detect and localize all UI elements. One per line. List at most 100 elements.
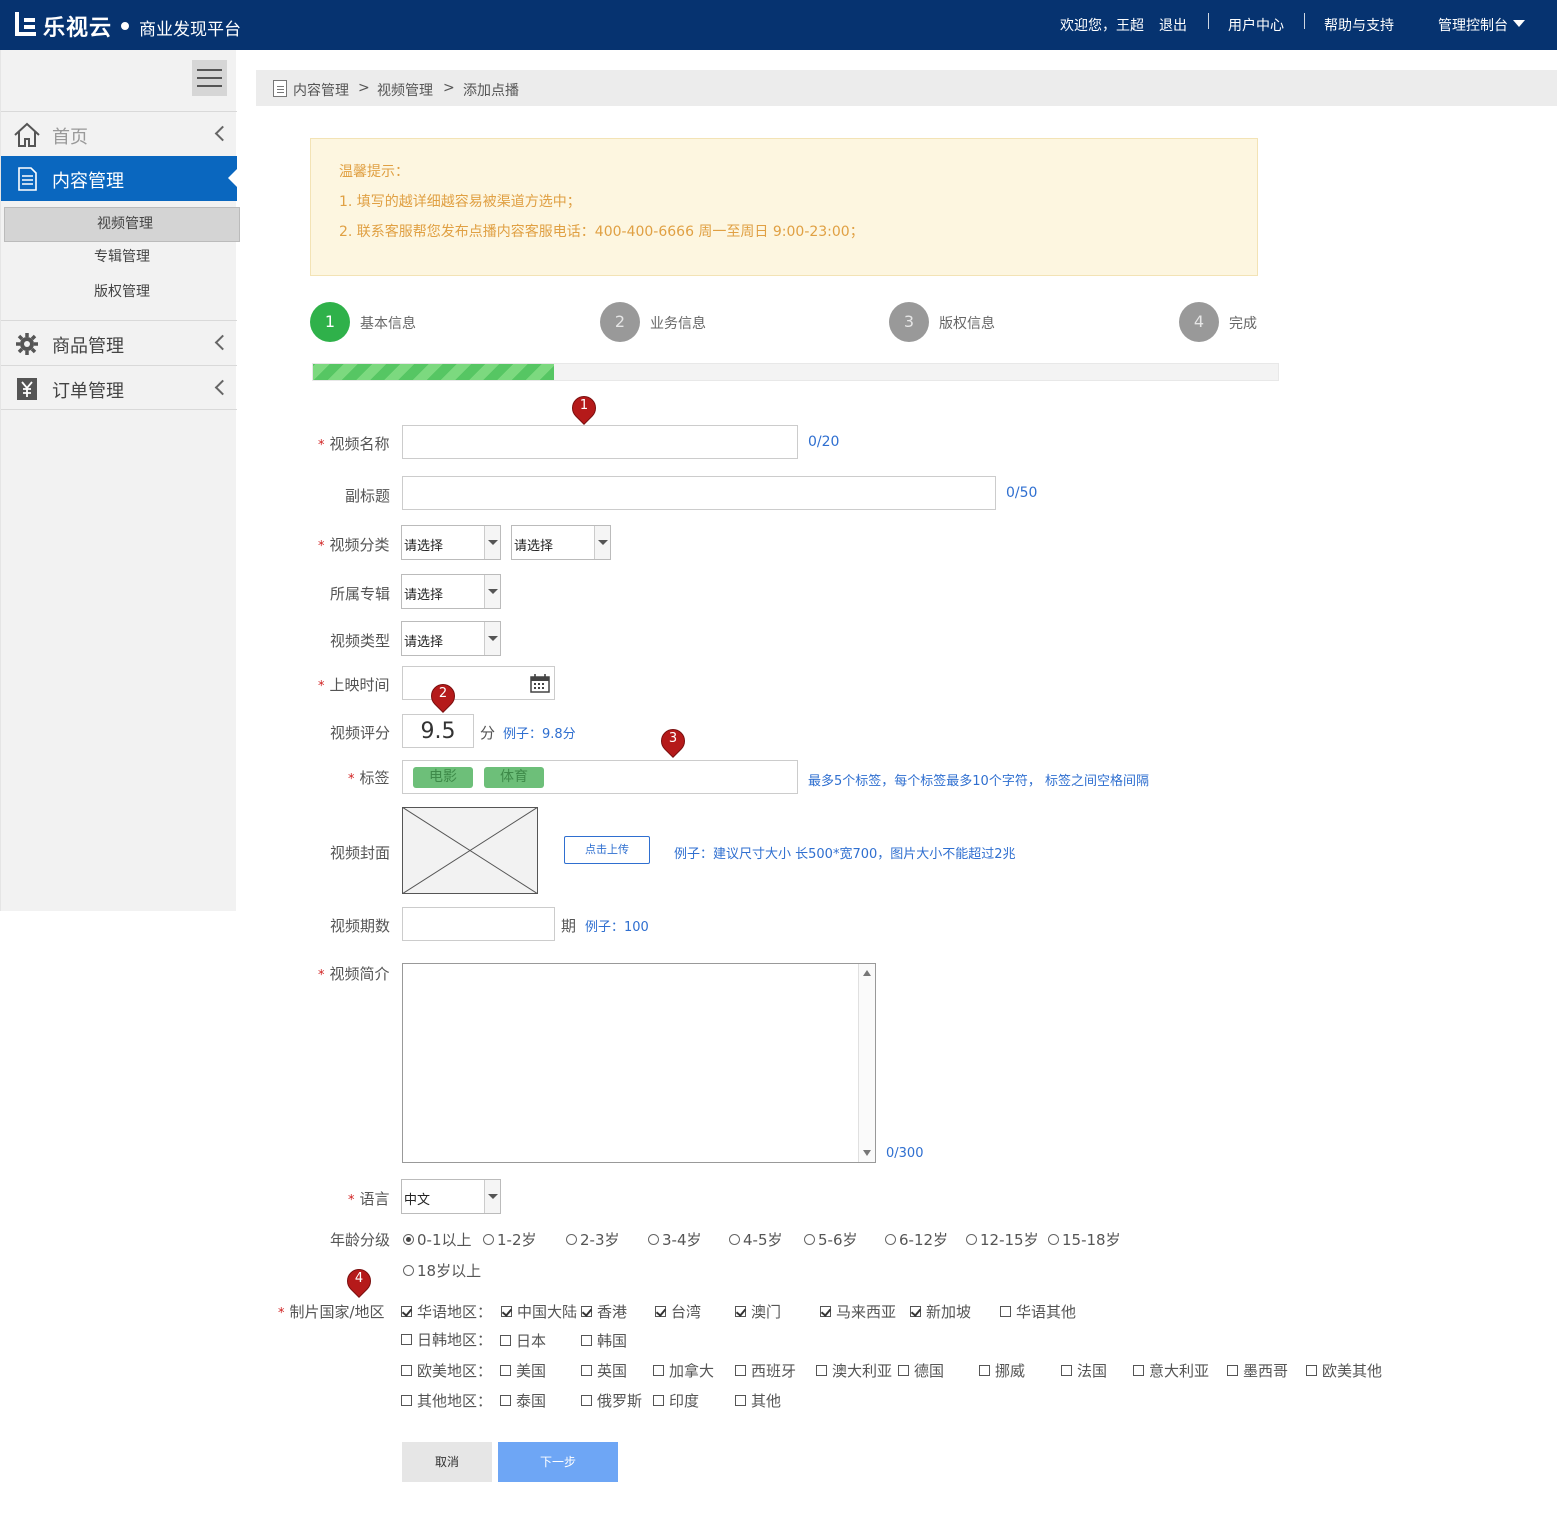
sidebar-item-home[interactable]: 首页 <box>1 111 237 156</box>
checkbox-icon[interactable] <box>1133 1365 1144 1376</box>
region-checkbox[interactable]: 中国大陆 <box>501 1301 577 1322</box>
checkbox-icon[interactable] <box>581 1395 592 1406</box>
checkbox-icon[interactable] <box>910 1306 921 1317</box>
age-radio[interactable]: 0-1以上 <box>403 1229 472 1250</box>
region-checkbox[interactable]: 韩国 <box>581 1330 627 1351</box>
checkbox-icon[interactable] <box>1227 1365 1238 1376</box>
region-checkbox[interactable]: 新加坡 <box>910 1301 971 1322</box>
age-radio[interactable]: 12-15岁 <box>966 1229 1039 1250</box>
checkbox-icon[interactable] <box>1306 1365 1317 1376</box>
region-checkbox[interactable]: 俄罗斯 <box>581 1390 642 1411</box>
scroll-up-icon[interactable] <box>863 970 871 976</box>
radio-icon[interactable] <box>403 1265 414 1276</box>
age-radio[interactable]: 1-2岁 <box>483 1229 537 1250</box>
cancel-button[interactable]: 取消 <box>402 1442 492 1482</box>
age-radio[interactable]: 18岁以上 <box>403 1260 481 1281</box>
checkbox-icon[interactable] <box>653 1365 664 1376</box>
subtitle-input[interactable] <box>402 476 996 510</box>
checkbox-icon[interactable] <box>500 1335 511 1346</box>
checkbox-icon[interactable] <box>735 1306 746 1317</box>
region-group-checkbox[interactable]: 其他地区： <box>401 1390 492 1411</box>
radio-icon[interactable] <box>804 1234 815 1245</box>
region-checkbox[interactable]: 澳门 <box>735 1301 781 1322</box>
region-checkbox[interactable]: 华语其他 <box>1000 1301 1076 1322</box>
region-checkbox[interactable]: 台湾 <box>655 1301 701 1322</box>
region-checkbox[interactable]: 加拿大 <box>653 1360 714 1381</box>
region-checkbox[interactable]: 澳大利亚 <box>816 1360 892 1381</box>
radio-icon[interactable] <box>403 1234 414 1245</box>
checkbox-icon[interactable] <box>581 1306 592 1317</box>
sidebar-subitem-album[interactable]: 专辑管理 <box>1 241 237 274</box>
sidebar-item-goods[interactable]: 商品管理 <box>1 320 237 365</box>
region-checkbox[interactable]: 印度 <box>653 1390 699 1411</box>
tag-chip[interactable]: 体育 <box>484 767 544 788</box>
scrollbar[interactable] <box>858 964 875 1162</box>
age-radio[interactable]: 2-3岁 <box>566 1229 620 1250</box>
radio-icon[interactable] <box>483 1234 494 1245</box>
checkbox-icon[interactable] <box>653 1395 664 1406</box>
checkbox-icon[interactable] <box>581 1365 592 1376</box>
next-button[interactable]: 下一步 <box>498 1442 618 1482</box>
region-checkbox[interactable]: 日本 <box>500 1330 546 1351</box>
intro-textarea[interactable] <box>402 963 876 1163</box>
region-checkbox[interactable]: 欧美其他 <box>1306 1360 1382 1381</box>
region-checkbox[interactable]: 德国 <box>898 1360 944 1381</box>
age-radio[interactable]: 15-18岁 <box>1048 1229 1121 1250</box>
breadcrumb-item[interactable]: 内容管理 <box>293 80 349 100</box>
album-select[interactable]: 请选择 <box>401 574 501 609</box>
region-checkbox[interactable]: 墨西哥 <box>1227 1360 1288 1381</box>
region-group-checkbox[interactable]: 欧美地区： <box>401 1360 492 1381</box>
video-name-input[interactable] <box>402 425 798 459</box>
episodes-input[interactable] <box>402 907 555 941</box>
checkbox-icon[interactable] <box>401 1334 412 1345</box>
checkbox-icon[interactable] <box>500 1365 511 1376</box>
tag-chip[interactable]: 电影 <box>413 767 473 788</box>
radio-icon[interactable] <box>885 1234 896 1245</box>
type-select[interactable]: 请选择 <box>401 621 501 656</box>
region-checkbox[interactable]: 马来西亚 <box>820 1301 896 1322</box>
radio-icon[interactable] <box>966 1234 977 1245</box>
region-checkbox[interactable]: 法国 <box>1061 1360 1107 1381</box>
age-radio[interactable]: 6-12岁 <box>885 1229 948 1250</box>
sidebar-subitem-video[interactable]: 视频管理 <box>4 207 240 242</box>
region-group-checkbox[interactable]: 日韩地区： <box>401 1329 492 1350</box>
scroll-down-icon[interactable] <box>863 1150 871 1156</box>
checkbox-icon[interactable] <box>735 1365 746 1376</box>
age-radio[interactable]: 4-5岁 <box>729 1229 783 1250</box>
region-checkbox[interactable]: 意大利亚 <box>1133 1360 1209 1381</box>
radio-icon[interactable] <box>648 1234 659 1245</box>
breadcrumb-item[interactable]: 视频管理 <box>377 80 433 100</box>
age-radio[interactable]: 3-4岁 <box>648 1229 702 1250</box>
console-menu[interactable]: 管理控制台 <box>1438 15 1508 35</box>
category-select-2[interactable]: 请选择 <box>511 525 611 560</box>
release-date-input[interactable] <box>402 666 555 700</box>
sidebar-item-content[interactable]: 内容管理 <box>1 156 237 201</box>
radio-icon[interactable] <box>729 1234 740 1245</box>
checkbox-icon[interactable] <box>500 1395 511 1406</box>
checkbox-icon[interactable] <box>401 1395 412 1406</box>
region-checkbox[interactable]: 挪威 <box>979 1360 1025 1381</box>
checkbox-icon[interactable] <box>1000 1306 1011 1317</box>
region-checkbox[interactable]: 英国 <box>581 1360 627 1381</box>
logout-link[interactable]: 退出 <box>1159 15 1187 35</box>
checkbox-icon[interactable] <box>735 1395 746 1406</box>
help-link[interactable]: 帮助与支持 <box>1324 15 1394 35</box>
menu-toggle-icon[interactable] <box>192 60 227 96</box>
radio-icon[interactable] <box>1048 1234 1059 1245</box>
sidebar-item-orders[interactable]: 订单管理 <box>1 365 237 410</box>
sidebar-subitem-copyright[interactable]: 版权管理 <box>1 276 237 309</box>
checkbox-icon[interactable] <box>401 1365 412 1376</box>
checkbox-icon[interactable] <box>501 1306 512 1317</box>
region-checkbox[interactable]: 其他 <box>735 1390 781 1411</box>
region-group-checkbox[interactable]: 华语地区： <box>401 1301 492 1322</box>
checkbox-icon[interactable] <box>979 1365 990 1376</box>
checkbox-icon[interactable] <box>655 1306 666 1317</box>
category-select-1[interactable]: 请选择 <box>401 525 501 560</box>
upload-button[interactable]: 点击上传 <box>564 836 650 864</box>
checkbox-icon[interactable] <box>820 1306 831 1317</box>
checkbox-icon[interactable] <box>581 1335 592 1346</box>
checkbox-icon[interactable] <box>401 1306 412 1317</box>
region-checkbox[interactable]: 西班牙 <box>735 1360 796 1381</box>
radio-icon[interactable] <box>566 1234 577 1245</box>
score-input[interactable]: 9.5 <box>402 714 474 748</box>
